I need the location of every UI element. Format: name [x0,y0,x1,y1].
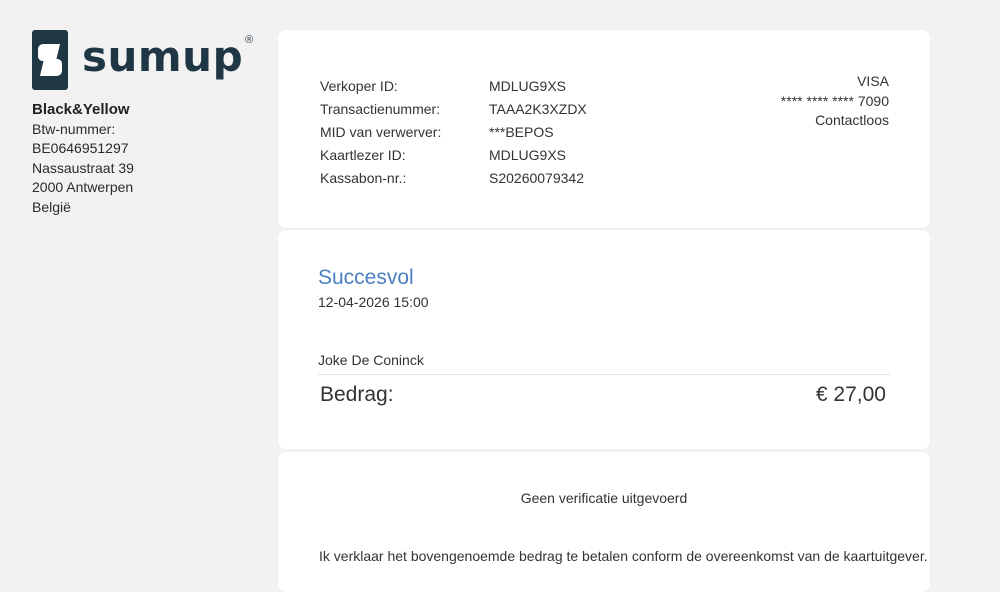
detail-row-seller-id: Verkoper ID: MDLUG9XS [320,74,587,97]
divider [318,374,890,375]
merchant-city: 2000 Antwerpen [32,179,134,196]
detail-row-receipt-number: Kassabon-nr.: S20260079342 [320,166,587,189]
card-masked-number: **** **** **** 7090 [780,92,889,109]
merchant-country: België [32,198,71,215]
merchant-info: Black&Yellow Btw-nummer: BE0646951297 Na… [32,100,252,218]
detail-value: MDLUG9XS [489,146,567,163]
detail-label: Kassabon-nr.: [320,169,407,186]
verification-card: Geen verificatie uitgevoerd Ik verklaar … [278,452,930,592]
sumup-logo-icon [32,30,68,90]
detail-row-card-reader-id: Kaartlezer ID: MDLUG9XS [320,143,587,166]
payment-status: Succesvol [318,266,414,289]
vat-number: BE0646951297 [32,140,129,157]
transaction-details-list: Verkoper ID: MDLUG9XS Transactienummer: … [320,74,587,189]
merchant-street: Nassaustraat 39 [32,159,134,176]
sumup-logo: sumup ® [32,30,254,90]
payment-datetime: 12-04-2026 15:00 [318,294,429,310]
detail-row-transaction-number: Transactienummer: TAAA2K3XZDX [320,97,587,120]
card-brand: VISA [857,73,889,89]
vat-label: Btw-nummer: [32,120,116,137]
transaction-details-card: Verkoper ID: MDLUG9XS Transactienummer: … [278,30,930,228]
detail-label: Kaartlezer ID: [320,146,406,163]
detail-label: MID van verwerver: [320,123,442,140]
merchant-name: Black&Yellow [32,101,130,118]
detail-value: TAAA2K3XZDX [489,100,587,117]
detail-row-acquirer-mid: MID van verwerver: ***BEPOS [320,120,587,143]
logo-wordmark: sumup [82,31,244,81]
detail-value: S20260079342 [489,169,584,186]
payment-method: Contactloos [815,112,889,129]
payment-summary-card: Succesvol 12-04-2026 15:00 Joke De Conin… [278,230,930,449]
declaration-text: Ik verklaar het bovengenoemde bedrag te … [319,548,928,564]
detail-value: ***BEPOS [489,123,554,140]
detail-label: Verkoper ID: [320,77,398,94]
customer-name: Joke De Coninck [318,352,424,368]
merchant-sidebar: sumup ® Black&Yellow Btw-nummer: BE06469… [32,30,254,218]
detail-value: MDLUG9XS [489,77,567,94]
card-info: VISA **** **** **** 7090 Contactloos [781,72,889,131]
detail-label: Transactienummer: [320,100,441,117]
verification-text: Geen verificatie uitgevoerd [520,490,688,506]
logo-registered-mark: ® [245,34,254,46]
amount-value: € 27,00 [815,383,886,406]
amount-label: Bedrag: [320,383,394,406]
